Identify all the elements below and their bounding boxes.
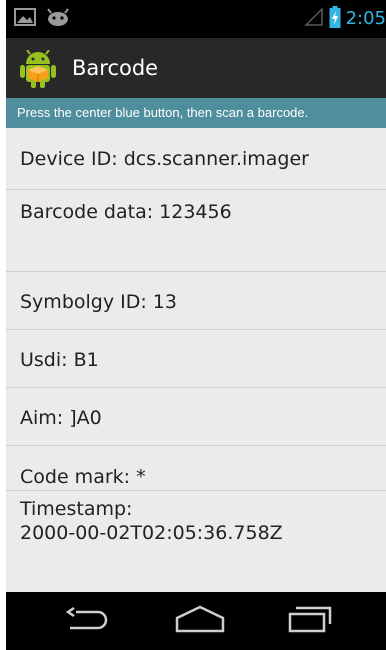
phone-screen: 2:05 Barcode Press the center blue butto… (0, 0, 386, 650)
android-barcode-logo-icon[interactable] (20, 49, 56, 92)
barcode-info-list: Device ID: dcs.scanner.imager Barcode da… (6, 128, 386, 592)
instruction-banner: Press the center blue button, then scan … (6, 98, 386, 128)
system-status-area: 2:05 (303, 6, 386, 32)
picture-icon (14, 8, 36, 30)
device-id-row: Device ID: dcs.scanner.imager (6, 128, 386, 190)
code-mark-row: Code mark: * (6, 446, 386, 491)
back-icon (62, 604, 114, 638)
aim-text: Aim: ]A0 (20, 407, 102, 429)
navigation-bar (6, 592, 386, 650)
status-bar: 2:05 (6, 0, 386, 38)
android-icon (46, 8, 70, 30)
action-bar: Barcode (6, 38, 386, 98)
code-mark-text: Code mark: * (20, 466, 146, 488)
status-time: 2:05 (345, 8, 386, 29)
battery-icon (329, 6, 341, 32)
timestamp-row: Timestamp: 2000-00-02T02:05:36.758Z (6, 491, 386, 592)
barcode-data-row: Barcode data: 123456 (6, 190, 386, 272)
recent-apps-icon (286, 604, 334, 638)
notification-area (14, 8, 70, 30)
device-id-text: Device ID: dcs.scanner.imager (20, 148, 309, 170)
symbology-id-row: Symbolgy ID: 13 (6, 272, 386, 330)
back-button[interactable] (56, 600, 120, 642)
usdi-text: Usdi: B1 (20, 349, 99, 371)
signal-icon (303, 7, 324, 31)
timestamp-label: Timestamp: (20, 498, 133, 520)
app-title: Barcode (72, 56, 159, 80)
aim-row: Aim: ]A0 (6, 388, 386, 446)
home-button[interactable] (168, 600, 232, 642)
symbology-id-text: Symbolgy ID: 13 (20, 291, 177, 313)
home-icon (173, 604, 227, 638)
usdi-row: Usdi: B1 (6, 330, 386, 388)
barcode-data-text: Barcode data: 123456 (20, 201, 232, 223)
timestamp-value: 2000-00-02T02:05:36.758Z (20, 522, 283, 544)
recent-apps-button[interactable] (278, 600, 342, 642)
